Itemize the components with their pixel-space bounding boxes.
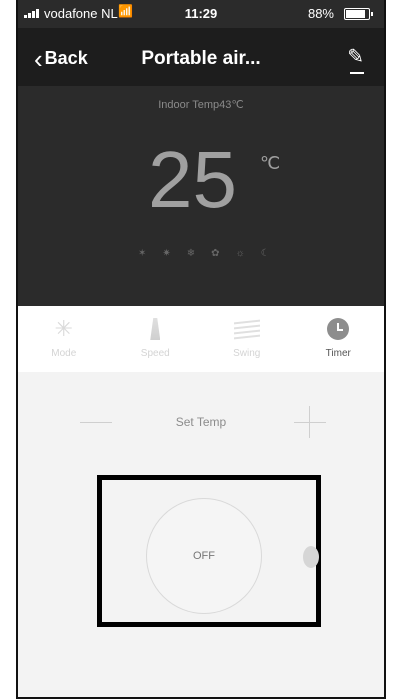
tab-timer-label: Timer — [325, 348, 351, 359]
tab-speed[interactable]: Speed — [110, 306, 202, 372]
swing-icon — [233, 316, 260, 342]
temperature-unit: ℃ — [260, 153, 281, 173]
speed-icon — [150, 316, 161, 342]
nav-bar: ‹ Back Portable air... ✎ — [18, 28, 384, 86]
page-title: Portable air... — [141, 48, 261, 69]
timer-icon — [327, 316, 350, 342]
fan-mode-icon: ✶ — [138, 248, 147, 259]
status-bar: vodafone NL 📶 11:29 88% — [18, 0, 384, 28]
edit-underline — [350, 72, 364, 74]
control-panel: Set Temp OFF — [18, 372, 384, 697]
set-temperature-value: 25 — [148, 135, 237, 224]
tab-mode-label: Mode — [51, 348, 77, 359]
power-button[interactable]: OFF — [146, 498, 262, 614]
tab-mode[interactable]: ✳ Mode — [18, 306, 110, 372]
tab-timer[interactable]: Timer — [293, 306, 385, 372]
battery-icon — [344, 8, 373, 20]
cool-mode-icon: ✷ — [162, 248, 171, 259]
increase-temp-button[interactable] — [294, 422, 326, 423]
increase-temp-vertical-stroke[interactable] — [309, 406, 310, 438]
indoor-temp-label: Indoor Temp43℃ — [158, 99, 244, 111]
control-tabs: ✳ Mode Speed Swing Timer — [18, 306, 384, 372]
fan-icon: ✳ — [54, 316, 73, 341]
tab-swing[interactable]: Swing — [201, 306, 293, 372]
tab-speed-label: Speed — [140, 348, 170, 359]
dry-mode-icon: ✿ — [211, 248, 220, 259]
sleep-mode-icon: ☾ — [260, 248, 270, 259]
snow-mode-icon: ❄ — [186, 248, 196, 259]
display-area: vodafone NL 📶 11:29 88% ‹ Back Portable … — [18, 0, 384, 306]
app-frame: vodafone NL 📶 11:29 88% ‹ Back Portable … — [16, 0, 386, 699]
slider-knob[interactable] — [303, 546, 319, 568]
set-temp-label: Set Temp — [175, 415, 227, 429]
tab-swing-label: Swing — [233, 348, 261, 359]
edit-icon[interactable]: ✎ — [347, 44, 364, 69]
mode-indicator-icons: ✶ ✷ ❄ ✿ ☼ ☾ — [138, 248, 270, 259]
battery-percent: 88% — [307, 6, 334, 21]
sun-mode-icon: ☼ — [235, 248, 245, 259]
power-button-label: OFF — [193, 550, 215, 562]
